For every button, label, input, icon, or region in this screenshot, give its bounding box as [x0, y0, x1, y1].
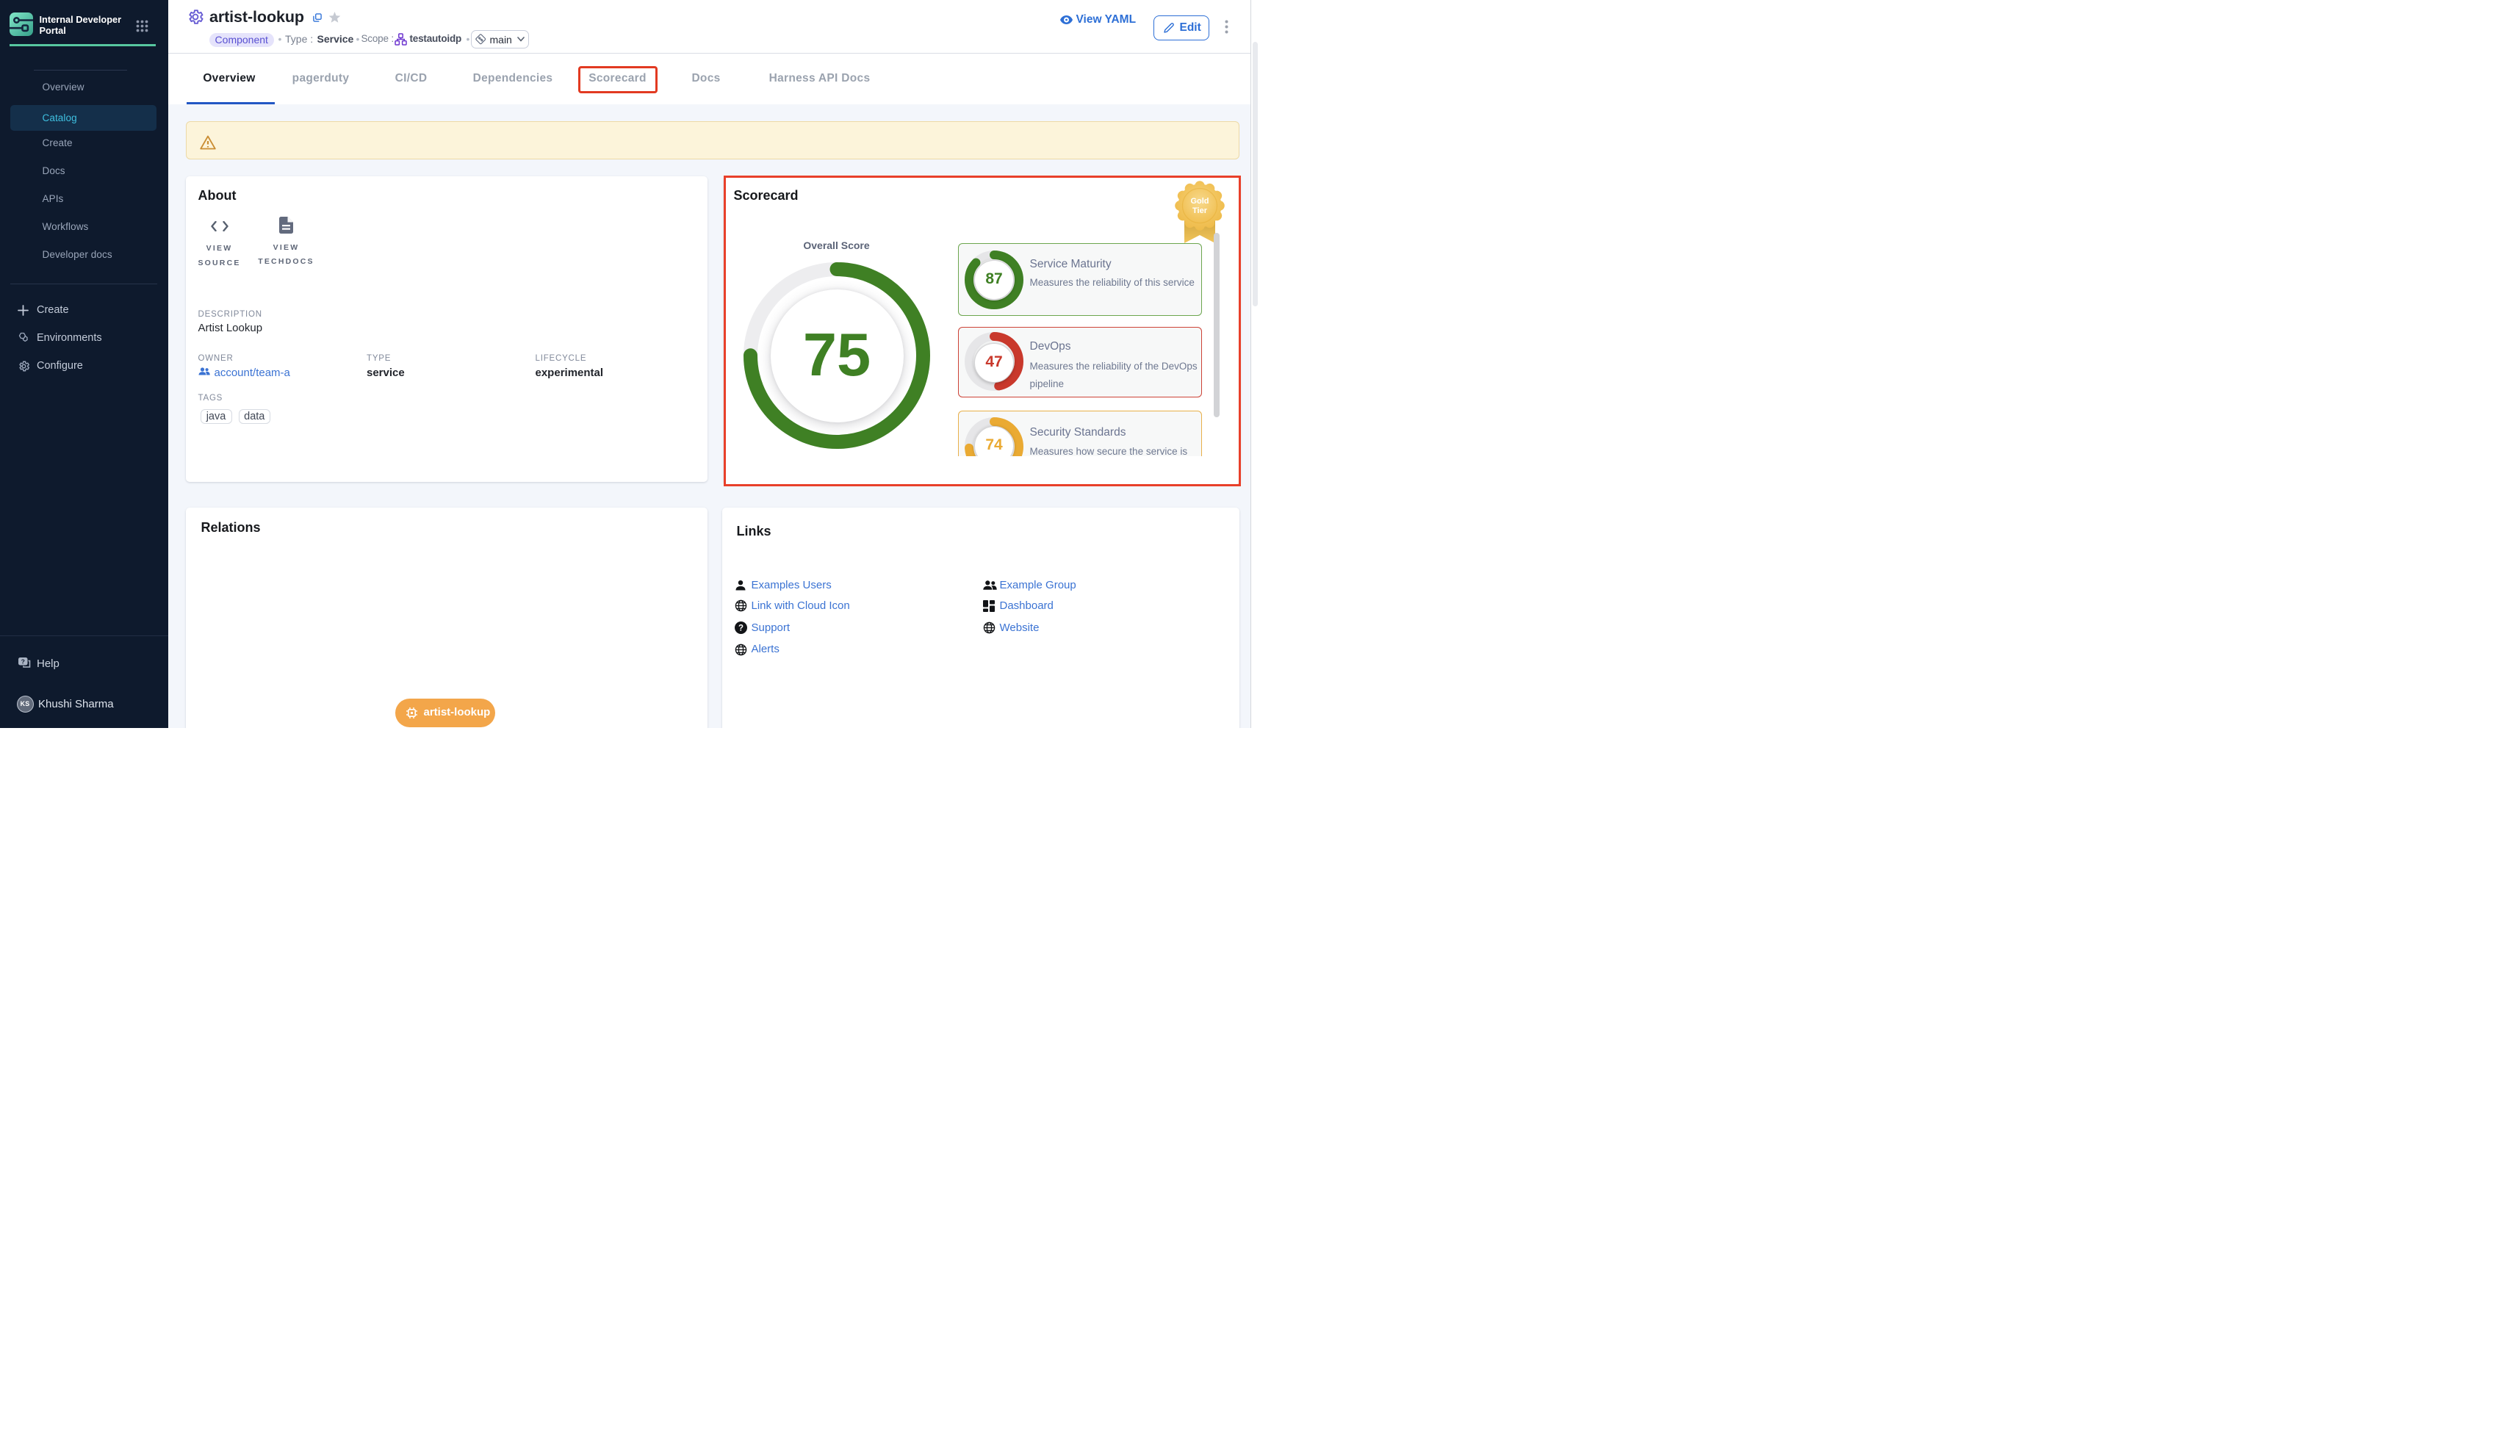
svg-text:?: ?	[21, 658, 25, 666]
svg-text:?: ?	[738, 624, 743, 633]
